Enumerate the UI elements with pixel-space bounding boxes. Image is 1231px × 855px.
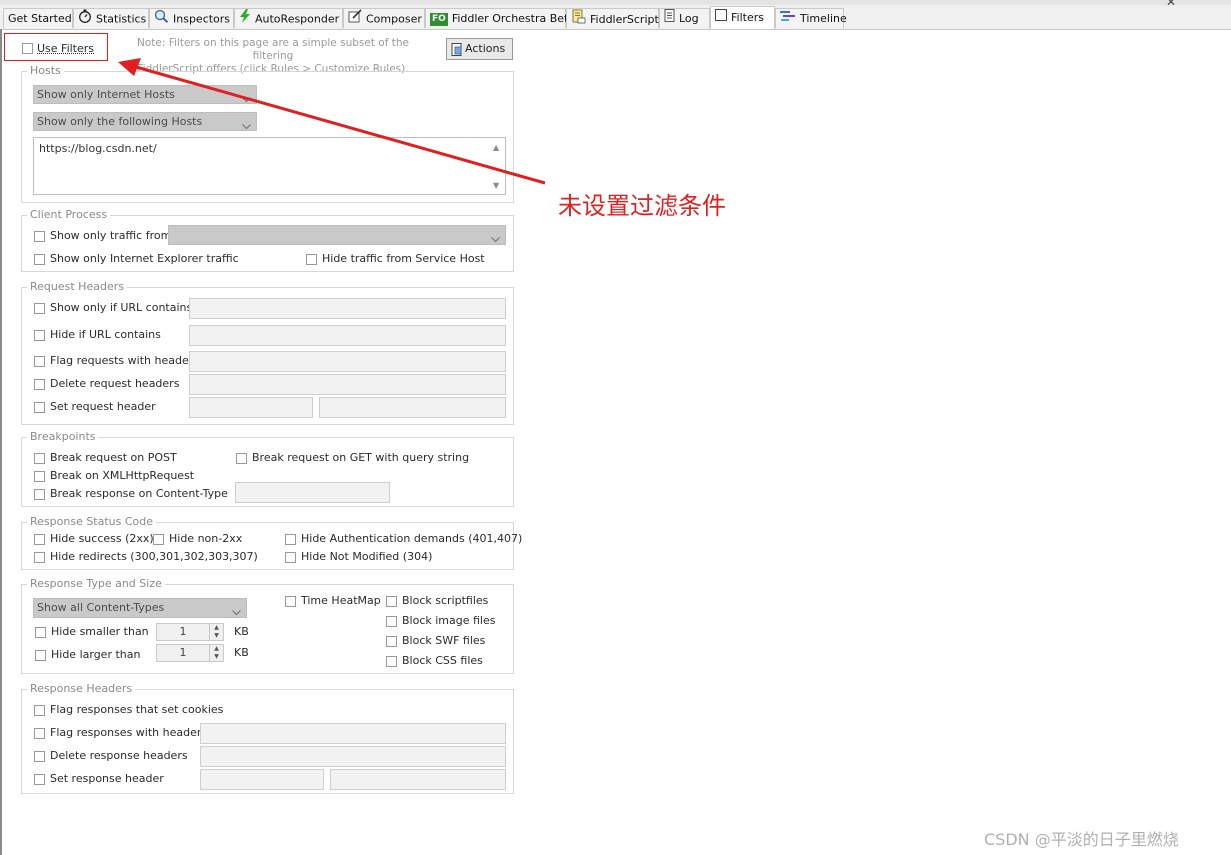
annotation-arrow [118,58,546,185]
annotation-text: 未设置过滤条件 [558,192,726,220]
watermark: CSDN @平淡的日子里燃烧 [984,830,1179,849]
